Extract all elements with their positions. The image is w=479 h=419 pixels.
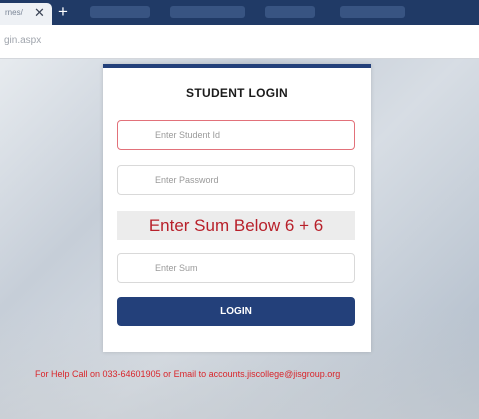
blurred-tab [170, 6, 245, 18]
url-text[interactable]: gin.aspx [4, 35, 41, 46]
browser-tab[interactable]: rnes/ ✕ [0, 3, 52, 25]
browser-tab-bar: rnes/ ✕ + [0, 0, 479, 25]
login-button[interactable]: LOGIN [117, 297, 355, 326]
student-id-input[interactable] [117, 120, 355, 150]
captcha-label: Enter Sum Below 6 + 6 [117, 211, 355, 240]
sum-input[interactable] [117, 253, 355, 283]
tab-title: rnes/ [5, 8, 23, 17]
blurred-tab [265, 6, 315, 18]
help-text: For Help Call on 033-64601905 or Email t… [35, 369, 341, 379]
address-bar[interactable]: gin.aspx [0, 25, 479, 59]
new-tab-button[interactable]: + [58, 2, 68, 22]
blurred-tab [90, 6, 150, 18]
close-icon[interactable]: ✕ [34, 5, 45, 21]
login-card: STUDENT LOGIN Enter Sum Below 6 + 6 LOGI… [103, 64, 371, 352]
password-input[interactable] [117, 165, 355, 195]
blurred-tab [340, 6, 405, 18]
login-title: STUDENT LOGIN [186, 86, 288, 100]
